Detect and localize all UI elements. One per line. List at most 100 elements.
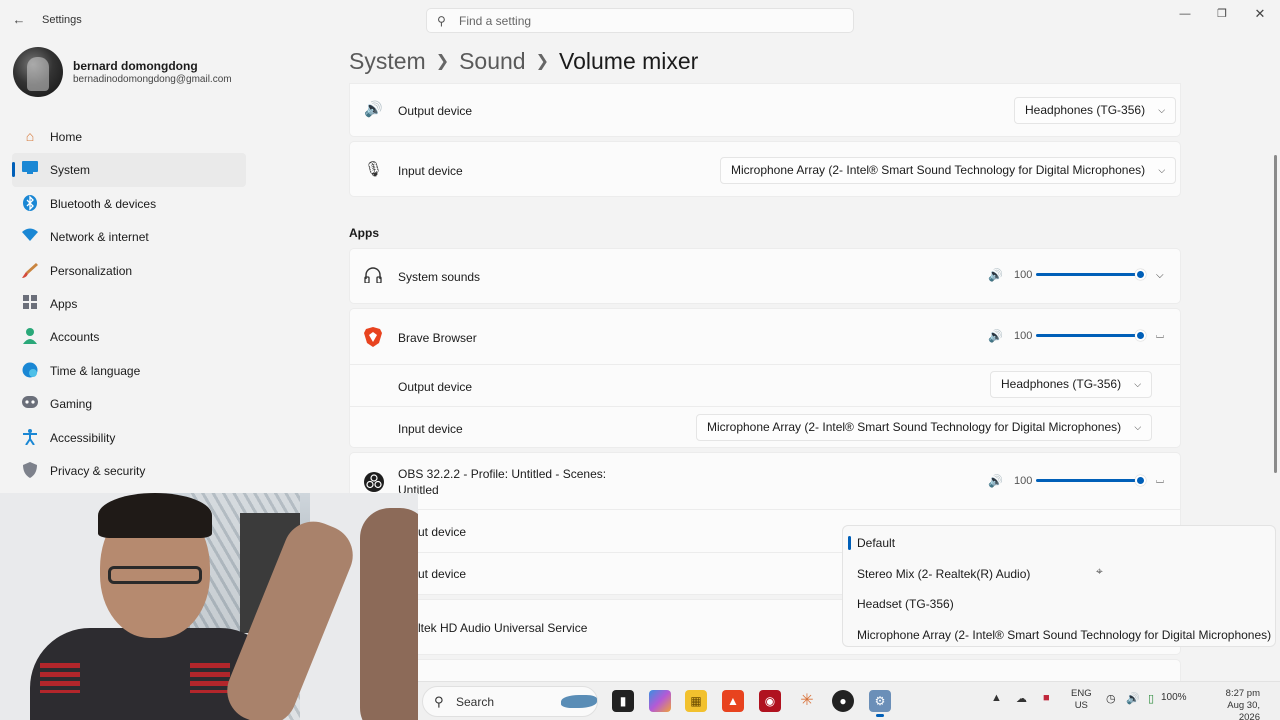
volume-icon[interactable]: 🔊	[988, 329, 1003, 343]
output-device-label: Output device	[398, 380, 473, 394]
search-placeholder: Find a setting	[459, 14, 532, 28]
battery-icon[interactable]: ▯	[1148, 692, 1154, 705]
sidebar-item-privacy[interactable]: Privacy & security	[12, 454, 246, 487]
brave-icon	[364, 327, 382, 351]
sidebar-item-system[interactable]: System	[12, 153, 246, 187]
input-device-label: Input device	[398, 422, 463, 436]
avatar[interactable]	[13, 47, 63, 97]
apps-icon	[22, 294, 38, 311]
device-select-popup: Default Stereo Mix (2- Realtek(R) Audio)…	[842, 525, 1276, 647]
input-device-dropdown[interactable]: Microphone Array (2- Intel® Smart Sound …	[720, 157, 1177, 184]
settings-gear-icon[interactable]: ⚙	[869, 690, 891, 717]
volume-slider[interactable]	[1036, 330, 1146, 342]
breadcrumb-sound[interactable]: Sound	[459, 48, 526, 74]
gamepad-icon	[22, 395, 38, 411]
task-view-icon[interactable]: ▮	[612, 690, 634, 712]
output-device-label: Output device	[398, 104, 473, 118]
speaker-icon: 🔊	[364, 101, 383, 118]
chevron-right-icon: ❯	[435, 53, 450, 70]
input-device-label: Input device	[398, 164, 463, 178]
language-indicator[interactable]: ENG US	[1071, 688, 1092, 712]
output-device-label: ut device	[418, 525, 467, 539]
output-device-dropdown[interactable]: Headphones (TG-356) ⌵	[1014, 97, 1177, 124]
sidebar-item-bluetooth[interactable]: Bluetooth & devices	[12, 187, 246, 220]
popup-option[interactable]: Default	[857, 536, 895, 550]
sidebar-item-label: Bluetooth & devices	[50, 196, 157, 211]
sidebar-item-label: Accounts	[50, 330, 100, 345]
app-title: Settings	[42, 14, 82, 26]
clock-time: 8:27 pm	[1225, 688, 1260, 699]
chevron-up-icon[interactable]: ⌴	[1156, 475, 1164, 486]
close-icon[interactable]: ✕	[1249, 6, 1271, 22]
battery-level: 100%	[1161, 692, 1187, 703]
file-explorer-icon[interactable]: ▦	[685, 690, 707, 712]
cursor-icon: ⌖	[1096, 564, 1103, 578]
sidebar-item-time-language[interactable]: Time & language	[12, 354, 246, 387]
brave-icon[interactable]: ▲	[722, 690, 744, 712]
copilot-icon[interactable]	[649, 690, 671, 712]
brave-output-dropdown[interactable]: Headphones (TG-356) ⌵	[990, 371, 1153, 398]
app-name: ltek HD Audio Universal Service	[418, 621, 588, 635]
taskbar: ⚲ Search ▮ ▦ ▲ ◉ ✳ ● ⚙ ▲ ☁ ■ ENG US ◷ 🔊 …	[418, 681, 1280, 720]
person-icon	[22, 328, 38, 345]
chevron-down-icon: ⌵	[1134, 422, 1142, 432]
scrollbar[interactable]	[1274, 155, 1277, 473]
app-shield-icon[interactable]: ◉	[759, 690, 781, 712]
sidebar-item-accessibility[interactable]: Accessibility	[12, 421, 246, 454]
obs-icon[interactable]: ●	[832, 690, 854, 712]
taskbar-search[interactable]: ⚲ Search	[422, 686, 598, 717]
page-title: Volume mixer	[559, 48, 699, 74]
back-arrow-icon[interactable]: ←	[10, 12, 28, 28]
app-name: System sounds	[398, 270, 481, 284]
claude-icon[interactable]: ✳	[796, 690, 818, 712]
maximize-icon[interactable]: ❐	[1211, 6, 1233, 22]
speaker-icon[interactable]: 🔊	[1126, 692, 1140, 705]
chevron-down-icon: ⌵	[1158, 105, 1166, 115]
chevron-up-icon[interactable]: ▲	[991, 692, 1002, 704]
webcam-overlay	[0, 493, 418, 720]
popup-option[interactable]: Stereo Mix (2- Realtek(R) Audio)	[857, 567, 1030, 581]
sidebar-item-gaming[interactable]: Gaming	[12, 387, 246, 420]
sidebar-item-accounts[interactable]: Accounts	[12, 320, 246, 353]
wifi-icon[interactable]: ◷	[1106, 692, 1116, 705]
user-name: bernard domongdong	[73, 59, 198, 73]
cloud-icon[interactable]: ☁	[1016, 692, 1027, 705]
chevron-down-icon[interactable]: ⌵	[1156, 270, 1164, 281]
sidebar-item-personalization[interactable]: Personalization	[12, 254, 246, 287]
volume-slider[interactable]	[1036, 269, 1146, 281]
input-device-card: 🎙 Input device Microphone Array (2- Inte…	[349, 141, 1181, 197]
volume-icon[interactable]: 🔊	[988, 268, 1003, 282]
search-icon: ⚲	[437, 14, 446, 28]
volume-value: 100	[1014, 330, 1033, 342]
breadcrumb-system[interactable]: System	[349, 48, 426, 74]
sidebar-item-apps[interactable]: Apps	[12, 287, 246, 320]
brush-icon	[22, 262, 38, 278]
volume-icon[interactable]: 🔊	[988, 474, 1003, 488]
app-name: OBS 32.2.2 - Profile: Untitled - Scenes:	[398, 467, 607, 481]
clock[interactable]: 8:27 pm Aug 30, 2026	[1204, 688, 1260, 720]
home-icon: ⌂	[25, 128, 35, 144]
sidebar-item-home[interactable]: ⌂ Home	[12, 120, 246, 153]
headphones-icon	[364, 267, 382, 287]
title-bar: ← Settings ⚲ Find a setting — ❐ ✕	[0, 0, 1280, 40]
shield-icon	[22, 461, 38, 478]
security-tray-icon[interactable]: ■	[1043, 692, 1050, 704]
search-icon: ⚲	[434, 694, 444, 709]
brave-input-dropdown[interactable]: Microphone Array (2- Intel® Smart Sound …	[696, 414, 1153, 441]
popup-option[interactable]: Microphone Array (2- Intel® Smart Sound …	[857, 628, 1271, 642]
volume-value: 100	[1014, 269, 1033, 281]
minimize-icon[interactable]: —	[1174, 6, 1196, 22]
sidebar-item-label: Apps	[50, 296, 78, 311]
search-box[interactable]: ⚲ Find a setting	[426, 8, 854, 33]
sidebar-item-label: Accessibility	[50, 430, 116, 445]
clock-date: Aug 30, 2026	[1227, 700, 1260, 720]
popup-option[interactable]: Headset (TG-356)	[857, 597, 954, 611]
system-sounds-card: System sounds 🔊 100 ⌵	[349, 248, 1181, 304]
sidebar-item-label: Network & internet	[50, 230, 149, 245]
input-device-value: Microphone Array (2- Intel® Smart Sound …	[707, 420, 1122, 434]
chevron-up-icon[interactable]: ⌴	[1156, 330, 1164, 341]
volume-slider[interactable]	[1036, 475, 1146, 487]
sidebar-item-network[interactable]: Network & internet	[12, 220, 246, 253]
sidebar-item-label: Time & language	[50, 363, 141, 378]
sidebar-item-label: Gaming	[50, 397, 93, 412]
